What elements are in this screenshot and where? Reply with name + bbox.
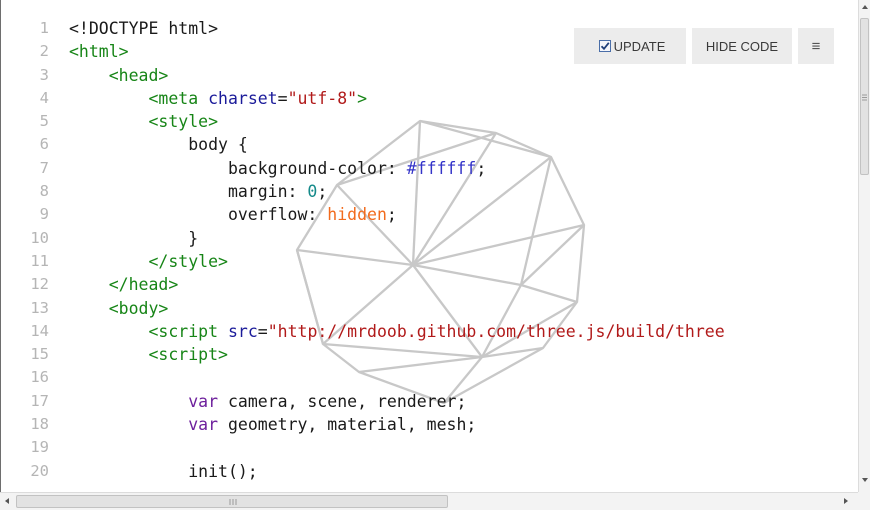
code-token: <style> (69, 112, 219, 132)
checkbox-checked-icon[interactable] (598, 40, 611, 52)
code-token: init(); (69, 461, 258, 481)
code-line[interactable]: init(); (69, 460, 725, 483)
vertical-scroll-thumb[interactable] (860, 18, 869, 175)
code-token: ; (476, 158, 487, 178)
code-token: <script (69, 321, 228, 341)
line-number: 8 (39, 182, 49, 201)
code-line[interactable]: var camera, scene, renderer; (69, 390, 725, 413)
code-token: <script> (69, 345, 228, 365)
code-token: #ffffff (406, 158, 477, 178)
code-token: <html> (69, 42, 129, 62)
code-line[interactable]: </head> (69, 273, 725, 296)
code-line[interactable]: var geometry, material, mesh; (69, 413, 725, 436)
code-token: ; (386, 205, 397, 225)
grip-icon (862, 94, 867, 101)
hide-code-button[interactable]: HIDE CODE (692, 28, 792, 64)
line-number: 5 (39, 112, 49, 131)
code-line[interactable]: </style> (69, 250, 725, 273)
scrollbar-corner (858, 492, 870, 510)
code-token: body { (69, 135, 248, 155)
update-toggle-button[interactable]: UPDATE (574, 28, 686, 64)
code-content[interactable]: <!DOCTYPE html> <html> <head> <meta chars… (69, 17, 725, 483)
code-token: <meta (69, 88, 209, 108)
code-line[interactable]: <meta charset="utf-8"> (69, 87, 725, 110)
line-number: 7 (39, 158, 49, 177)
code-token: } (69, 228, 199, 248)
code-line[interactable]: <script src="http://mrdoob.github.com/th… (69, 320, 725, 343)
code-token: </head> (69, 275, 179, 295)
code-token: 0 (307, 182, 318, 202)
code-token: src (227, 321, 258, 341)
code-token: <head> (69, 65, 169, 85)
code-token: charset (208, 88, 278, 108)
grip-icon (229, 499, 237, 505)
scroll-up-arrow-icon[interactable] (862, 5, 868, 9)
code-token: overflow: (69, 205, 328, 225)
code-line[interactable]: <body> (69, 297, 725, 320)
code-line[interactable]: <style> (69, 110, 725, 133)
code-token: hidden (327, 205, 387, 225)
code-token: "http://mrdoob.github.com/three.js/build… (267, 321, 725, 341)
code-line[interactable]: } (69, 227, 725, 250)
code-line[interactable]: <head> (69, 64, 725, 87)
horizontal-scroll-thumb[interactable] (16, 495, 448, 508)
code-token: camera, scene, renderer; (218, 391, 467, 411)
line-number: 4 (39, 88, 49, 107)
line-number: 1 (39, 19, 49, 37)
code-token: <!DOCTYPE html> (69, 19, 219, 38)
code-token: ; (317, 182, 328, 202)
line-number: 17 (30, 391, 49, 410)
editor-toolbar: UPDATE HIDE CODE ≡ (574, 28, 834, 64)
code-token: "utf-8" (287, 88, 358, 108)
code-token: background-color: (69, 158, 407, 178)
code-token: var (188, 391, 219, 411)
code-token: margin: (69, 182, 308, 202)
scroll-down-arrow-icon[interactable] (862, 478, 868, 482)
line-number: 11 (30, 251, 49, 270)
line-number: 9 (39, 205, 49, 224)
scroll-left-arrow-icon[interactable] (5, 498, 9, 504)
line-number: 16 (30, 368, 49, 387)
code-token: geometry, material, mesh; (218, 415, 477, 435)
scroll-right-arrow-icon[interactable] (844, 498, 848, 504)
code-token: = (277, 88, 288, 108)
line-number: 18 (30, 415, 49, 434)
code-token: = (257, 321, 268, 341)
line-number: 2 (39, 42, 49, 61)
code-line[interactable]: background-color: #ffffff; (69, 157, 725, 180)
line-number: 12 (30, 275, 49, 294)
code-token: <body> (69, 298, 169, 318)
hamburger-menu-icon[interactable]: ≡ (798, 28, 834, 64)
line-number: 19 (30, 438, 49, 457)
code-token: </style> (69, 251, 228, 271)
line-number-gutter: 1 2 3 4 5 6 7 8 9 10 11 12 13 14 15 16 17 18 19 20 (1, 17, 53, 483)
code-line[interactable] (69, 366, 725, 389)
vertical-scrollbar[interactable] (858, 0, 870, 492)
code-editor-window: 1 2 3 4 5 6 7 8 9 10 11 12 13 14 15 16 17 18 19 20 (0, 0, 870, 510)
code-line[interactable]: <script> (69, 343, 725, 366)
code-token: var (188, 415, 219, 435)
code-token: > (357, 88, 368, 108)
code-line[interactable] (69, 436, 725, 459)
line-number: 3 (39, 65, 49, 84)
line-number: 6 (39, 135, 49, 154)
line-number: 14 (30, 321, 49, 340)
code-line[interactable]: body { (69, 133, 725, 156)
line-number: 15 (30, 345, 49, 364)
line-number: 13 (30, 298, 49, 317)
code-editor[interactable]: 1 2 3 4 5 6 7 8 9 10 11 12 13 14 15 16 17 18 19 20 (0, 0, 858, 492)
code-line[interactable]: margin: 0; (69, 180, 725, 203)
code-line[interactable]: overflow: hidden; (69, 203, 725, 226)
update-label: UPDATE (613, 38, 666, 54)
line-number: 10 (30, 228, 49, 247)
horizontal-scrollbar[interactable] (0, 492, 858, 510)
line-number: 20 (30, 461, 49, 480)
